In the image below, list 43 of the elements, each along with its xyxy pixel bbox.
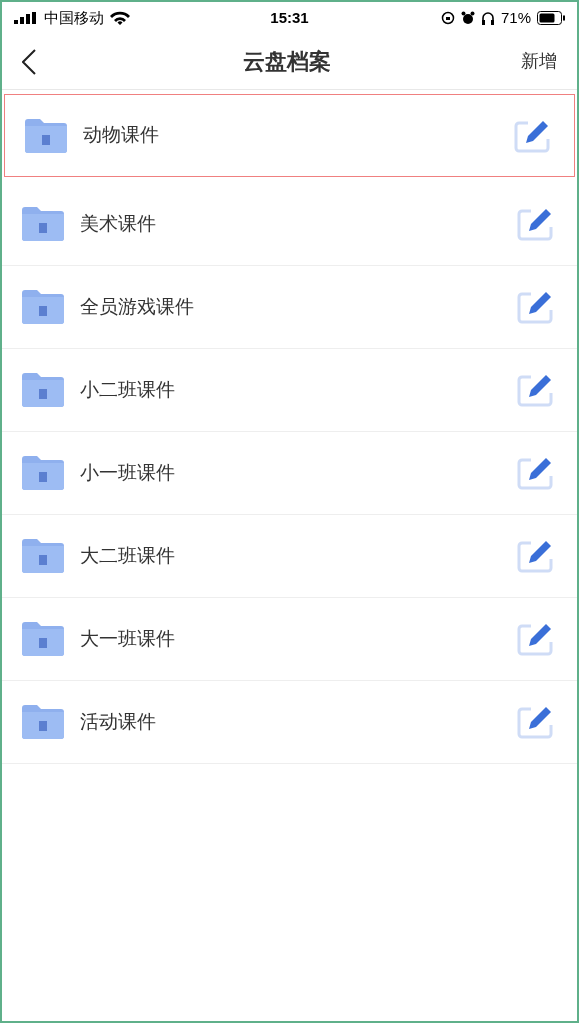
folder-icon [25, 118, 67, 153]
folder-row[interactable]: 小一班课件 [2, 432, 577, 515]
battery-percent: 71% [500, 7, 531, 28]
folder-row[interactable]: 小二班课件 [2, 349, 577, 432]
folder-icon [22, 207, 64, 241]
folder-icon [22, 290, 64, 324]
edit-icon[interactable] [517, 456, 553, 490]
folder-row[interactable]: 大二班课件 [2, 515, 577, 598]
page-title: 云盘档案 [242, 48, 331, 76]
folder-name: 大一班课件 [80, 626, 176, 651]
headphones-icon [480, 11, 495, 25]
edit-icon[interactable] [514, 118, 550, 153]
folder-row[interactable]: 美术课件 [2, 183, 577, 266]
edit-icon[interactable] [517, 373, 553, 407]
folder-name: 美术课件 [80, 211, 157, 236]
carrier-name: 中国移动 [44, 7, 104, 28]
folder-name: 小一班课件 [80, 460, 176, 485]
folder-row[interactable]: 动物课件 [4, 94, 575, 177]
folder-row[interactable]: 活动课件 [2, 681, 577, 764]
folder-icon [22, 456, 64, 490]
folder-name: 动物课件 [83, 123, 160, 148]
edit-icon[interactable] [517, 290, 553, 324]
rotation-lock-icon [440, 11, 455, 25]
edit-icon[interactable] [517, 705, 553, 739]
battery-icon [537, 11, 565, 25]
edit-icon[interactable] [517, 207, 553, 241]
folder-icon [22, 539, 64, 573]
folder-row[interactable]: 全员游戏课件 [2, 266, 577, 349]
folder-name: 活动课件 [80, 709, 157, 734]
edit-icon[interactable] [517, 622, 553, 656]
folder-icon [22, 622, 64, 656]
folder-name: 大二班课件 [80, 543, 176, 568]
add-button[interactable]: 新增 [521, 48, 557, 75]
folder-row[interactable]: 大一班课件 [2, 598, 577, 681]
folder-name: 小二班课件 [80, 377, 176, 402]
edit-icon[interactable] [517, 539, 553, 573]
alarm-icon [460, 11, 475, 25]
clock-time: 15:31 [270, 7, 309, 28]
folder-name: 全员游戏课件 [80, 294, 195, 319]
folder-icon [22, 705, 64, 739]
wifi-icon [110, 11, 130, 25]
signal-icon [14, 12, 38, 24]
folder-icon [22, 373, 64, 407]
